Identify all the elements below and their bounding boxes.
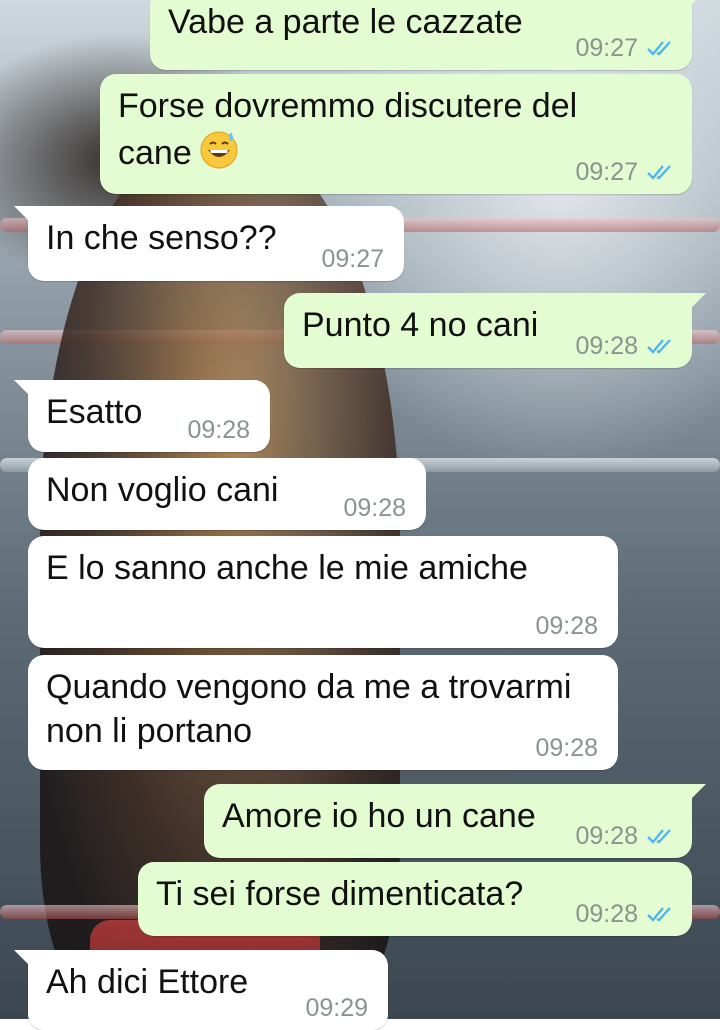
message-time: 09:28 xyxy=(535,612,598,640)
incoming-message-bubble[interactable]: Non voglio cani 09:28 xyxy=(28,458,426,530)
message-meta: 09:27 xyxy=(321,245,384,273)
message-time: 09:28 xyxy=(343,494,406,522)
message-time: 09:28 xyxy=(187,416,250,444)
message-meta: 09:28 xyxy=(187,416,250,444)
read-receipt-double-check-icon xyxy=(647,165,671,180)
read-receipt-double-check-icon xyxy=(647,829,671,844)
message-time: 09:28 xyxy=(575,332,638,360)
incoming-message-bubble[interactable]: Esatto 09:28 xyxy=(14,380,270,452)
incoming-message-bubble[interactable]: Quando vengono da me a trovarmi non li p… xyxy=(28,655,618,770)
message-text-content: Forse dovremmo discutere del cane xyxy=(118,87,578,172)
chat-message-list[interactable]: Vabe a parte le cazzate 09:27 Forse dovr… xyxy=(0,0,720,1030)
message-meta: 09:28 xyxy=(535,612,598,640)
incoming-message-bubble[interactable]: E lo sanno anche le mie amiche 09:28 xyxy=(28,536,618,648)
message-text: Quando vengono da me a trovarmi non li p… xyxy=(46,668,572,750)
message-time: 09:28 xyxy=(535,734,598,762)
message-meta: 09:27 xyxy=(575,158,676,186)
outgoing-message-bubble[interactable]: Amore io ho un cane 09:28 xyxy=(204,784,706,858)
message-meta: 09:28 xyxy=(343,494,406,522)
read-receipt-double-check-icon xyxy=(647,907,671,922)
message-meta: 09:29 xyxy=(305,994,368,1022)
message-time: 09:27 xyxy=(575,34,638,62)
message-time: 09:29 xyxy=(305,994,368,1022)
message-text: E lo sanno anche le mie amiche xyxy=(46,549,528,587)
message-meta: 09:28 xyxy=(535,734,598,762)
message-meta: 09:28 xyxy=(575,900,676,928)
outgoing-message-bubble[interactable]: Vabe a parte le cazzate 09:27 xyxy=(150,0,706,70)
outgoing-message-bubble[interactable]: Forse dovremmo discutere del cane 09:27 xyxy=(100,74,692,194)
message-time: 09:28 xyxy=(575,822,638,850)
grinning-face-with-sweat-icon xyxy=(200,131,238,169)
read-receipt-double-check-icon xyxy=(647,41,671,56)
outgoing-message-bubble[interactable]: Ti sei forse dimenticata? 09:28 xyxy=(138,862,692,936)
read-receipt-double-check-icon xyxy=(647,339,671,354)
outgoing-message-bubble[interactable]: Punto 4 no cani 09:28 xyxy=(284,293,706,368)
message-meta: 09:28 xyxy=(575,332,676,360)
message-time: 09:28 xyxy=(575,900,638,928)
message-time: 09:27 xyxy=(575,158,638,186)
incoming-message-bubble[interactable]: Ah dici Ettore 09:29 xyxy=(14,950,388,1030)
message-time: 09:27 xyxy=(321,245,384,273)
incoming-message-bubble[interactable]: In che senso?? 09:27 xyxy=(14,206,404,281)
message-meta: 09:27 xyxy=(575,34,676,62)
message-meta: 09:28 xyxy=(575,822,676,850)
